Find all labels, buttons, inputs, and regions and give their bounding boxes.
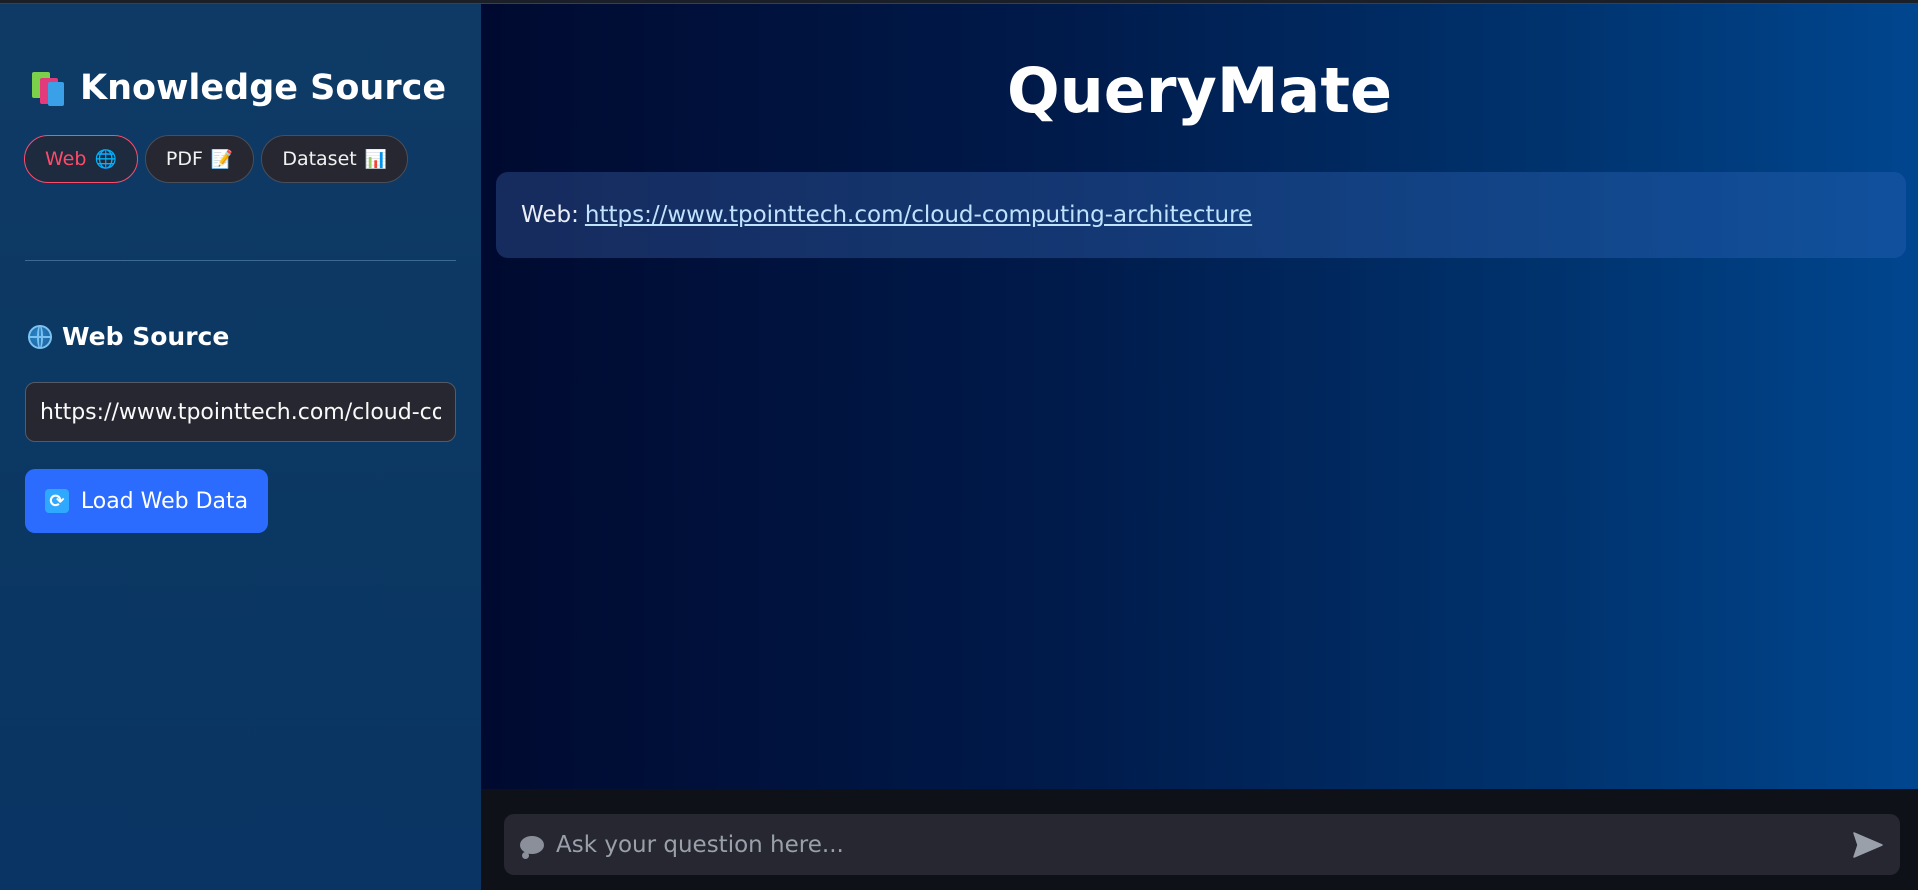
sidebar-title: Knowledge Source [30,68,446,108]
refresh-icon: ⟳ [44,489,69,513]
tab-web[interactable]: Web 🌐 [24,135,138,183]
memo-icon: 📝 [210,148,234,170]
url-input[interactable] [25,382,456,442]
tab-pdf[interactable]: PDF 📝 [144,135,255,183]
source-message-prefix: Web: [521,202,579,228]
chat-input-area [481,789,1918,890]
books-icon [30,70,68,106]
tab-dataset-label: Dataset [282,148,357,170]
question-input[interactable] [554,813,1852,876]
tab-dataset[interactable]: Dataset 📊 [261,135,409,183]
bar-chart-icon: 📊 [364,148,388,170]
send-icon[interactable] [1852,830,1884,860]
tab-web-label: Web [45,148,87,170]
web-source-heading: Web Source [28,322,229,351]
sidebar-divider [25,260,456,261]
speech-bubble-icon [520,835,544,859]
globe-icon: 🌐 [94,148,117,170]
web-source-heading-text: Web Source [62,322,230,351]
sidebar: Knowledge Source Web 🌐 PDF 📝 Dataset 📊 W… [0,4,481,890]
main-panel: QueryMate Web: https://www.tpointtech.co… [481,4,1918,789]
load-web-data-button[interactable]: ⟳ Load Web Data [25,469,268,533]
load-web-data-label: Load Web Data [80,488,249,514]
source-url-link[interactable]: https://www.tpointtech.com/cloud-computi… [585,202,1252,228]
source-message: Web: https://www.tpointtech.com/cloud-co… [496,172,1906,258]
sidebar-title-text: Knowledge Source [80,68,447,108]
tab-pdf-label: PDF [165,148,203,170]
source-tabs: Web 🌐 PDF 📝 Dataset 📊 [24,135,409,183]
page-title: QueryMate [1006,54,1393,127]
chat-input-container [504,813,1900,876]
globe-icon [28,324,52,349]
